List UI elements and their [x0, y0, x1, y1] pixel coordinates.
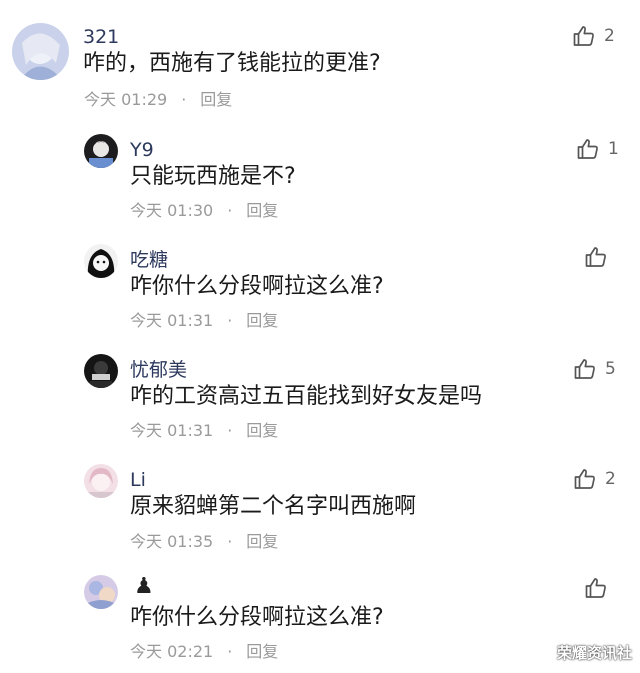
comment-author[interactable]: 吃糖	[130, 249, 168, 271]
like-button[interactable]: 2	[573, 466, 616, 492]
like-count: 5	[605, 359, 616, 379]
meta-separator: ·	[181, 90, 187, 109]
comment-meta: 今天 01:30 · 回复	[130, 201, 278, 221]
like-button[interactable]: 1	[576, 136, 619, 162]
comment-author[interactable]: Y9	[130, 139, 154, 161]
like-count: 1	[608, 139, 619, 159]
comment-text: 咋你什么分段啊拉这么准?	[130, 274, 384, 299]
comment-text: 咋你什么分段啊拉这么准?	[130, 605, 384, 630]
comment-author[interactable]: Li	[130, 469, 146, 491]
thumbs-up-icon	[573, 467, 597, 491]
comment-meta: 今天 01:35 · 回复	[130, 532, 278, 552]
comment-author[interactable]: 忧郁美	[130, 359, 187, 381]
like-button[interactable]: 2	[572, 23, 615, 49]
thumbs-up-icon	[572, 24, 596, 48]
like-button[interactable]	[584, 575, 616, 601]
reply-button[interactable]: 回复	[200, 90, 232, 109]
like-button[interactable]: 5	[573, 356, 616, 382]
meta-separator: ·	[227, 642, 233, 661]
reply-button[interactable]: 回复	[246, 311, 278, 330]
avatar[interactable]	[12, 23, 69, 80]
like-button[interactable]	[584, 244, 616, 270]
comment-time: 今天 01:31	[130, 421, 214, 440]
comment-time: 今天 01:30	[130, 201, 214, 220]
reply-button[interactable]: 回复	[246, 642, 278, 661]
comment-meta: 今天 01:29 · 回复	[84, 90, 232, 110]
like-count: 2	[605, 469, 616, 489]
thumbs-up-icon	[573, 357, 597, 381]
comment-time: 今天 01:29	[84, 90, 168, 109]
reply-button[interactable]: 回复	[246, 532, 278, 551]
meta-separator: ·	[227, 201, 233, 220]
thumbs-up-icon	[584, 576, 608, 600]
comment-text: 咋的，西施有了钱能拉的更准?	[83, 51, 381, 76]
watermark: 荣耀资讯社	[556, 644, 632, 662]
meta-separator: ·	[227, 532, 233, 551]
comment-time: 今天 01:35	[130, 532, 214, 551]
comment-meta: 今天 02:21 · 回复	[130, 642, 278, 662]
comment-author[interactable]: ♟	[134, 576, 154, 598]
avatar[interactable]	[84, 464, 118, 498]
comment-meta: 今天 01:31 · 回复	[130, 311, 278, 331]
avatar[interactable]	[84, 575, 118, 609]
comment-author[interactable]: 321	[83, 26, 119, 48]
comment-text: 咋的工资高过五百能找到好女友是吗	[130, 384, 483, 409]
comment-time: 今天 01:31	[130, 311, 214, 330]
reply-button[interactable]: 回复	[246, 201, 278, 220]
thumbs-up-icon	[584, 245, 608, 269]
meta-separator: ·	[227, 311, 233, 330]
comment-text: 只能玩西施是不?	[130, 164, 296, 189]
avatar[interactable]	[84, 244, 118, 278]
comment-meta: 今天 01:31 · 回复	[130, 421, 278, 441]
like-count: 2	[604, 26, 615, 46]
avatar[interactable]	[84, 354, 118, 388]
thumbs-up-icon	[576, 137, 600, 161]
comment-text: 原来貂蝉第二个名字叫西施啊	[130, 494, 417, 519]
avatar[interactable]	[84, 134, 118, 168]
meta-separator: ·	[227, 421, 233, 440]
reply-button[interactable]: 回复	[246, 421, 278, 440]
comment-time: 今天 02:21	[130, 642, 214, 661]
